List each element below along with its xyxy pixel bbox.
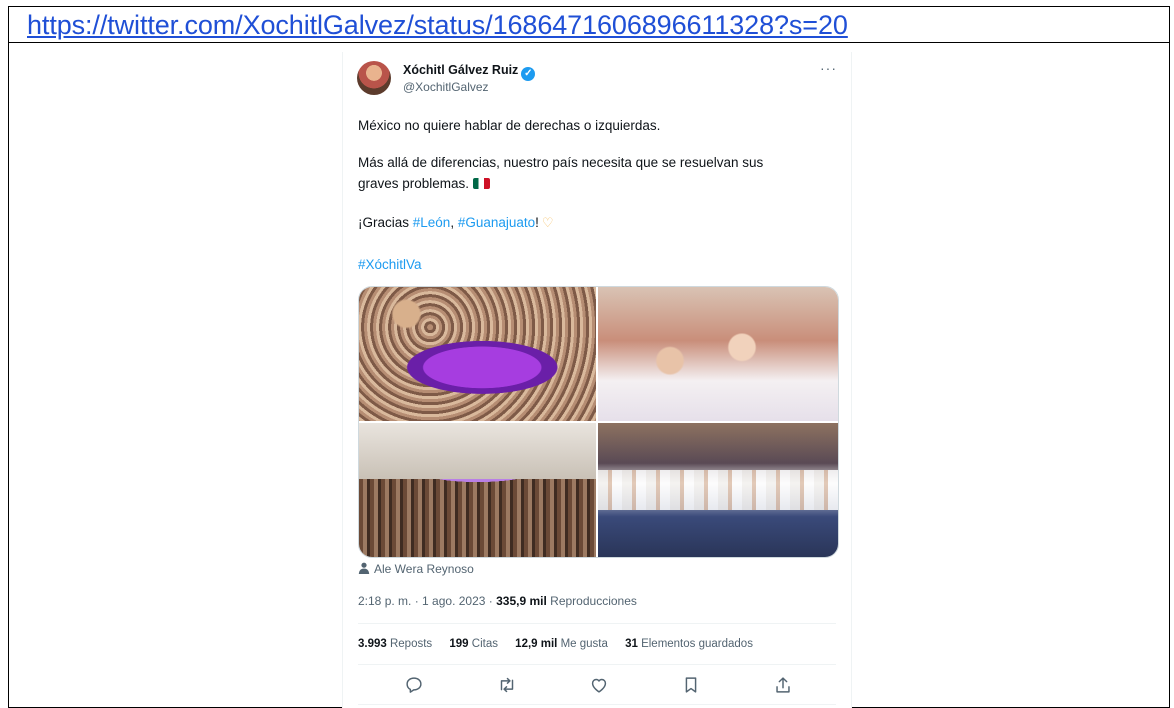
quotes-count: 199 [449,638,469,650]
tweet-time[interactable]: 2:18 p. m. [358,594,411,608]
tweet-meta: 2:18 p. m. · 1 ago. 2023 · 335,9 mil Rep… [358,594,637,608]
more-options-icon[interactable]: ··· [820,60,837,76]
reposts-count: 3.993 [358,638,387,650]
reposts-label: Reposts [386,638,433,650]
photo-credit-name[interactable]: Ale Wera Reynoso [374,562,474,576]
mexico-flag-icon [473,178,491,189]
hashtag-xochitlva[interactable]: #XóchitlVa [358,257,422,272]
person-icon [358,562,370,574]
tweet-text-thanks: ¡Gracias #León, #Guanajuato! ♡ [358,215,554,231]
photo-3[interactable] [359,423,596,557]
bookmark-icon[interactable] [680,674,702,696]
likes-count: 12,9 mil [515,638,558,650]
views-label: Reproducciones [546,594,637,608]
avatar[interactable] [357,61,391,95]
author-name[interactable]: Xóchitl Gálvez Ruiz ✓ [403,63,536,81]
tweet-text-line-3-text: graves problemas. [358,176,470,191]
verified-badge-icon: ✓ [521,67,536,81]
views-count: 335,9 mil [496,594,547,608]
divider [358,664,836,665]
heart-hands-icon: ♡ [541,215,554,230]
media-grid [358,286,839,558]
reposts-stat[interactable]: 3.993 Reposts [358,638,432,650]
tweet-url-link[interactable]: https://twitter.com/XochitlGalvez/status… [27,10,848,41]
bookmarks-stat[interactable]: 31 Elementos guardados [625,638,753,650]
photo-4[interactable] [598,423,838,557]
url-row: https://twitter.com/XochitlGalvez/status… [9,7,1169,43]
hashtag-leon[interactable]: #León [413,215,451,230]
author-name-text[interactable]: Xóchitl Gálvez Ruiz [403,63,518,77]
quotes-stat[interactable]: 199 Citas [449,638,498,650]
meta-dot-1: · [411,594,423,608]
like-icon[interactable] [588,674,610,696]
author-handle[interactable]: @XochitlGalvez [403,80,489,94]
thanks-prefix: ¡Gracias [358,215,413,230]
thanks-comma: , [450,215,458,230]
repost-icon[interactable] [496,674,518,696]
meta-dot-2: · [485,594,497,608]
action-bar [358,672,836,698]
tweet-text-line-3: graves problemas. [358,176,491,191]
tweet-text-line-1: México no quiere hablar de derechas o iz… [358,118,661,133]
bookmarks-label: Elementos guardados [637,638,753,650]
divider [358,623,836,624]
tweet-stats: 3.993 Reposts 199 Citas 12,9 mil Me gust… [358,638,767,650]
tweet-screenshot: Xóchitl Gálvez Ruiz ✓ @XochitlGalvez ··· … [342,52,852,708]
likes-label: Me gusta [557,638,608,650]
photo-credit[interactable]: Ale Wera Reynoso [358,562,474,576]
hashtag-guanajuato[interactable]: #Guanajuato [458,215,535,230]
thanks-suffix: ! [535,215,539,230]
tweet-text-line-2: Más allá de diferencias, nuestro país ne… [358,155,764,170]
bookmarks-count: 31 [625,638,638,650]
photo-2[interactable] [598,287,838,421]
photo-1[interactable] [359,287,596,421]
share-icon[interactable] [772,674,794,696]
reply-icon[interactable] [403,674,425,696]
divider [358,704,836,705]
quotes-label: Citas [468,638,498,650]
likes-stat[interactable]: 12,9 mil Me gusta [515,638,608,650]
tweet-date[interactable]: 1 ago. 2023 [422,594,485,608]
tweet-text-hashtag: #XóchitlVa [358,257,422,272]
